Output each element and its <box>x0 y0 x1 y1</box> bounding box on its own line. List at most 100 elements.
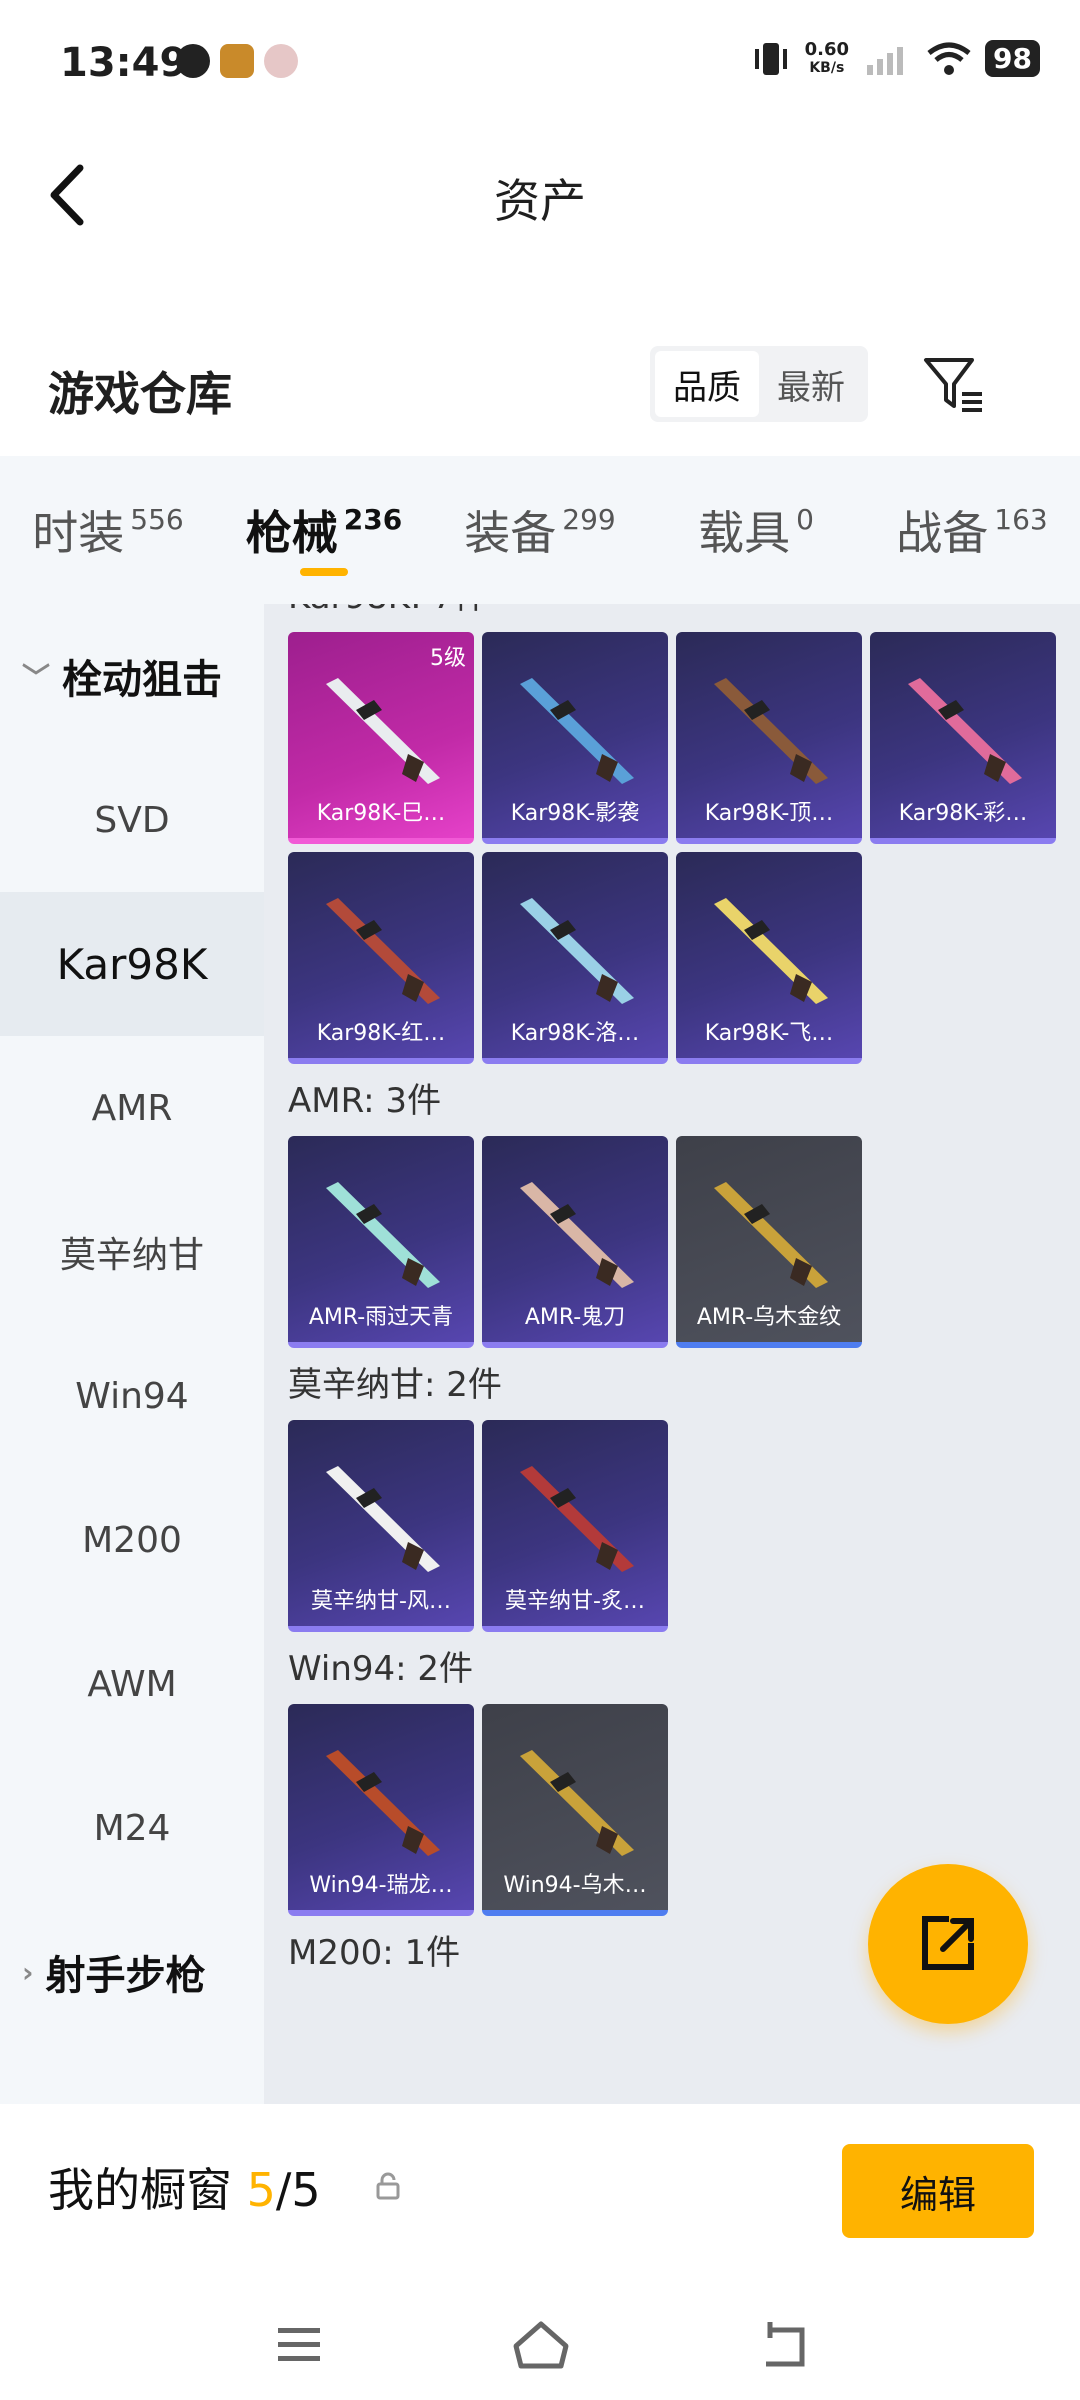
tab-supplies[interactable]: 战备 163 <box>864 456 1080 604</box>
status-app-icons <box>176 44 298 78</box>
menu-icon[interactable] <box>264 2310 334 2380</box>
tab-vehicles[interactable]: 载具 0 <box>648 456 864 604</box>
weapon-card[interactable]: Kar98K-影袭 <box>482 632 668 844</box>
weapon-card[interactable]: Kar98K-飞… <box>676 852 862 1064</box>
weapon-card[interactable]: 5级 Kar98K-巳… <box>288 632 474 844</box>
rifle-icon <box>714 1182 828 1288</box>
weapon-card[interactable]: AMR-鬼刀 <box>482 1136 668 1348</box>
rifle-icon <box>520 678 634 784</box>
system-nav-bar <box>0 2292 1080 2400</box>
weapon-group: AMR: 3件 AMR-雨过天青 AMR-鬼刀 AMR-乌木金纹 <box>264 1064 1080 1348</box>
weapon-card[interactable]: Kar98K-红… <box>288 852 474 1064</box>
filter-icon[interactable] <box>920 352 986 418</box>
network-speed: 0.60 KB/s <box>804 38 850 76</box>
weapon-card[interactable]: AMR-雨过天青 <box>288 1136 474 1348</box>
tab-equipment[interactable]: 装备 299 <box>432 456 648 604</box>
sidebar-category-bolt-action[interactable]: ﹀ 栓动狙击 <box>0 604 264 748</box>
sidebar-item-win94[interactable]: Win94 <box>0 1324 264 1468</box>
sidebar-item-amr[interactable]: AMR <box>0 1036 264 1180</box>
warehouse-title: 游戏仓库 <box>48 367 232 421</box>
rifle-icon <box>326 1466 440 1572</box>
back-nav-icon[interactable] <box>748 2310 818 2380</box>
weapon-group: Kar98K: 7件 5级 Kar98K-巳… Kar98K-影袭 Kar98K-顶… K… <box>264 604 1080 1064</box>
weapon-card[interactable]: Kar98K-洛… <box>482 852 668 1064</box>
app-icon <box>264 44 298 78</box>
weapon-card[interactable]: Kar98K-顶… <box>676 632 862 844</box>
sidebar-item-m24[interactable]: M24 <box>0 1756 264 1900</box>
chevron-right-icon: › <box>22 1955 34 1989</box>
sort-newest-button[interactable]: 最新 <box>759 351 863 417</box>
weapon-name: Kar98K-顶… <box>704 801 834 826</box>
tab-fashion[interactable]: 时装 556 <box>0 456 216 604</box>
category-tabs: 时装 556 枪械 236 装备 299 载具 0 战备 163 <box>0 456 1080 604</box>
app-icon <box>220 44 254 78</box>
weapon-name: Win94-乌木… <box>503 1873 647 1898</box>
rifle-icon <box>714 678 828 784</box>
showcase-label: 我的橱窗 5/5 <box>48 2163 321 2217</box>
rifle-icon <box>520 1466 634 1572</box>
sidebar-item-svd[interactable]: SVD <box>0 748 264 892</box>
sort-toggle: 品质 最新 <box>650 346 868 422</box>
weapon-name: Kar98K-影袭 <box>510 801 640 826</box>
weapon-grid: 莫辛纳甘-风… 莫辛纳甘-炙… <box>288 1420 1080 1632</box>
rifle-icon <box>714 898 828 1004</box>
rifle-icon <box>326 1182 440 1288</box>
rifle-icon <box>908 678 1022 784</box>
weapon-grid: 5级 Kar98K-巳… Kar98K-影袭 Kar98K-顶… Kar98K-彩… Ka… <box>288 632 1080 1064</box>
header: 资产 <box>0 120 1080 260</box>
weapon-name: Kar98K-巳… <box>316 801 446 826</box>
group-header: 莫辛纳甘: 2件 <box>288 1365 502 1405</box>
weapon-group: 莫辛纳甘: 2件莫辛纳甘-风… 莫辛纳甘-炙… <box>264 1348 1080 1632</box>
status-right: 0.60 KB/s 98 <box>751 40 1040 77</box>
battery-indicator: 98 <box>985 40 1040 77</box>
group-header: AMR: 3件 <box>288 1081 442 1121</box>
weapon-name: Kar98K-红… <box>316 1021 446 1046</box>
share-button[interactable] <box>868 1864 1028 2024</box>
rifle-icon <box>520 898 634 1004</box>
page-title: 资产 <box>494 174 586 228</box>
weapon-name: AMR-雨过天青 <box>308 1305 454 1330</box>
weapon-name: 莫辛纳甘-炙… <box>505 1589 645 1614</box>
home-icon[interactable] <box>506 2310 576 2380</box>
vibrate-icon <box>754 42 787 75</box>
app-icon <box>176 44 210 78</box>
rifle-icon <box>520 1182 634 1288</box>
weapon-name: AMR-鬼刀 <box>524 1305 626 1330</box>
weapon-name: Kar98K-飞… <box>704 1021 834 1046</box>
weapon-card[interactable]: AMR-乌木金纹 <box>676 1136 862 1348</box>
group-header: Win94: 2件 <box>288 1649 474 1689</box>
sort-quality-button[interactable]: 品质 <box>655 351 759 417</box>
rifle-icon <box>326 678 440 784</box>
share-icon <box>922 1916 974 1970</box>
weapon-card[interactable]: Kar98K-彩… <box>870 632 1056 844</box>
sidebar-item-awm[interactable]: AWM <box>0 1612 264 1756</box>
sidebar-category-marksman[interactable]: › 射手步枪 <box>0 1900 264 2044</box>
warehouse-header: 游戏仓库 品质 最新 <box>0 330 1080 450</box>
weapon-card[interactable]: Win94-乌木… <box>482 1704 668 1916</box>
sidebar-item-m200[interactable]: M200 <box>0 1468 264 1612</box>
weapon-name: 莫辛纳甘-风… <box>311 1589 451 1614</box>
showcase-bar: 我的橱窗 5/5 编辑 <box>0 2106 1080 2292</box>
lock-icon <box>376 2172 400 2200</box>
level-badge: 5级 <box>430 646 466 671</box>
weapon-card[interactable]: 莫辛纳甘-风… <box>288 1420 474 1632</box>
chevron-down-icon: ﹀ <box>22 661 51 694</box>
rifle-icon <box>326 898 440 1004</box>
status-bar: 13:49 0.60 KB/s 98 <box>0 0 1080 120</box>
weapon-grid: AMR-雨过天青 AMR-鬼刀 AMR-乌木金纹 <box>288 1136 1080 1348</box>
weapon-card[interactable]: 莫辛纳甘-炙… <box>482 1420 668 1632</box>
sidebar-item-mosin[interactable]: 莫辛纳甘 <box>0 1180 264 1324</box>
weapon-name: Kar98K-洛… <box>510 1021 640 1046</box>
group-header: Kar98K: 7件 <box>288 604 1080 632</box>
edit-button[interactable]: 编辑 <box>842 2144 1034 2238</box>
weapon-name: Win94-瑞龙… <box>309 1873 453 1898</box>
sidebar-item-kar98k[interactable]: Kar98K <box>0 892 264 1036</box>
weapon-sidebar: ﹀ 栓动狙击 SVD Kar98K AMR 莫辛纳甘 Win94 M200 AWM… <box>0 604 264 2104</box>
rifle-icon <box>520 1750 634 1856</box>
weapon-name: AMR-乌木金纹 <box>696 1305 842 1330</box>
status-time: 13:49 <box>60 40 188 86</box>
tab-guns[interactable]: 枪械 236 <box>216 456 432 604</box>
weapon-card[interactable]: Win94-瑞龙… <box>288 1704 474 1916</box>
wifi-icon <box>927 42 971 75</box>
rifle-icon <box>326 1750 440 1856</box>
